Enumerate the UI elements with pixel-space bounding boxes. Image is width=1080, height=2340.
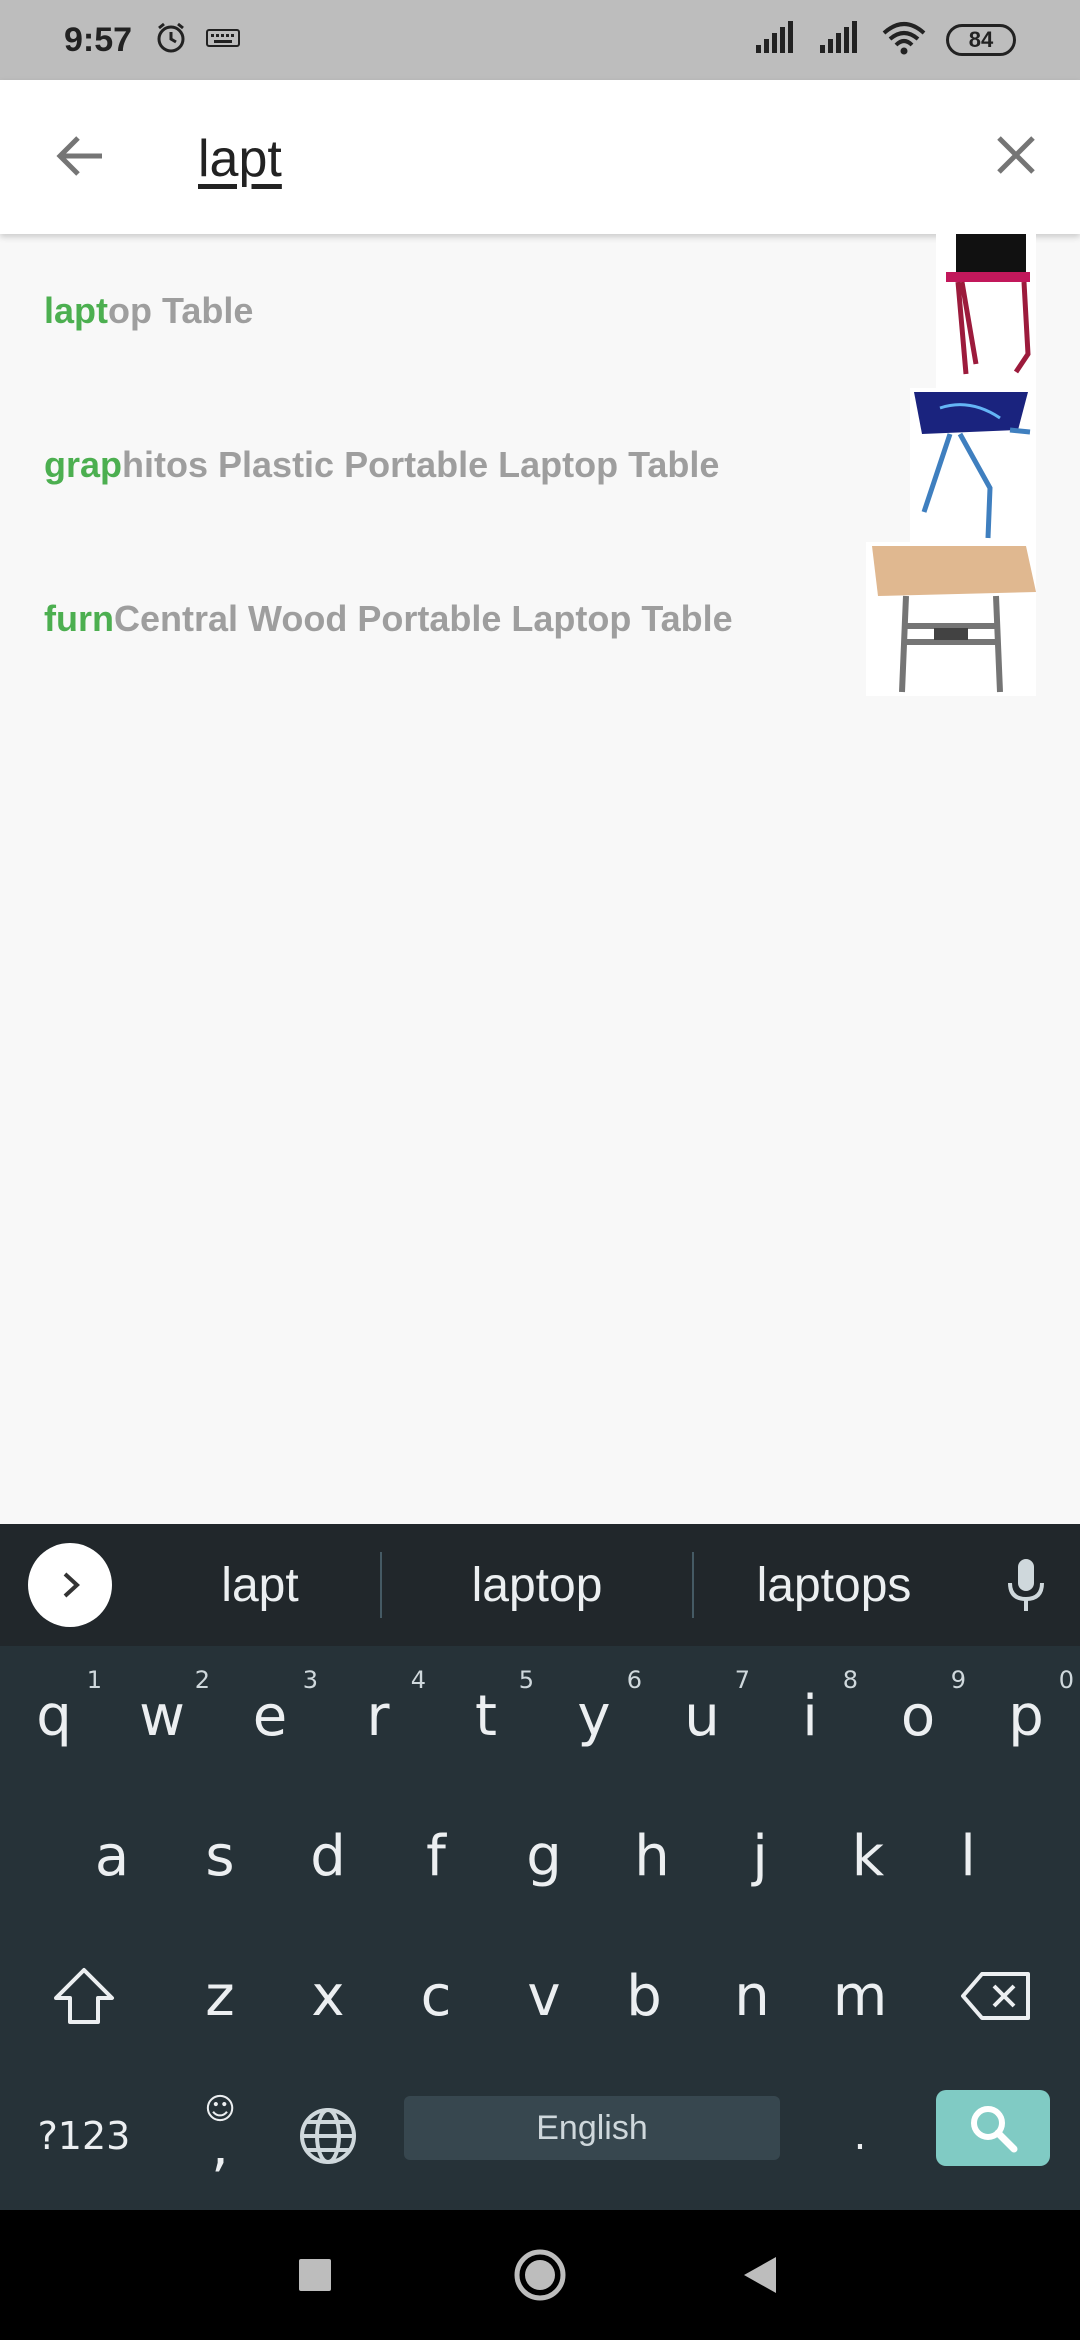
key-o[interactable]: o9 [864,1646,972,1786]
key-b[interactable]: b [590,1926,698,2066]
suggestion-item[interactable]: graphitos Plastic Portable Laptop Table [0,388,1080,542]
keyboard-row-4: ?123 ☺ , English . [0,2066,1080,2206]
space-key[interactable]: English [404,2096,780,2160]
suggestion-rest: op Table [108,290,254,331]
globe-icon [300,2108,356,2164]
emoji-comma-key[interactable]: ☺ , [166,2066,274,2206]
signal-icon [818,20,862,60]
back-button[interactable] [48,125,110,187]
key-e[interactable]: e3 [216,1646,324,1786]
navigation-bar [0,2210,1080,2340]
key-f[interactable]: f [382,1786,490,1926]
home-button[interactable] [505,2240,575,2310]
keyboard-icon [206,28,241,53]
key-g[interactable]: g [490,1786,598,1926]
key-s[interactable]: s [166,1786,274,1926]
suggestion-rest: hitos Plastic Portable Laptop Table [122,444,720,485]
key-c[interactable]: c [382,1926,490,2066]
key-i[interactable]: i8 [756,1646,864,1786]
product-thumbnail [936,234,1036,388]
symbols-key[interactable]: ?123 [20,2066,148,2206]
key-w[interactable]: w2 [108,1646,216,1786]
search-key[interactable] [936,2090,1050,2166]
key-j[interactable]: j [706,1786,814,1926]
shift-icon [54,1968,114,2024]
search-icon [971,2106,1018,2153]
keyboard-row-1: q1 w2 e3 r4 t5 y6 u7 i8 o9 p0 [0,1646,1080,1786]
key-x[interactable]: x [274,1926,382,2066]
recents-button[interactable] [280,2240,350,2310]
backspace-key[interactable] [932,1926,1060,2066]
key-p[interactable]: p0 [972,1646,1080,1786]
key-t[interactable]: t5 [432,1646,540,1786]
battery-icon: 84 [946,24,1016,56]
key-u[interactable]: u7 [648,1646,756,1786]
circle-icon [514,2249,566,2301]
clear-search-button[interactable] [988,127,1044,183]
square-icon [299,2259,331,2291]
backspace-icon [961,1972,1030,2020]
suggestion-item[interactable]: laptop Table [0,234,1080,388]
wifi-icon [882,21,926,60]
period-key[interactable]: . [806,2066,914,2206]
keyboard: lapt laptop laptops q1 w2 e3 r4 t5 y6 u7… [0,1524,1080,2210]
key-h[interactable]: h [598,1786,706,1926]
suggestion-highlight: furn [44,598,114,639]
alarm-icon [154,21,188,60]
product-thumbnail [910,388,1036,542]
search-header [0,80,1080,234]
chevron-right-icon[interactable] [28,1543,112,1627]
suggestion-list: laptop Table graphitos Plastic Portable … [0,234,1080,696]
suggestion-text: graphitos Plastic Portable Laptop Table [44,444,719,486]
shift-key[interactable] [20,1926,148,2066]
suggestion-highlight: grap [44,444,123,485]
suggestion-highlight: lapt [44,290,109,331]
suggestion-item[interactable]: furnCentral Wood Portable Laptop Table [0,542,1080,696]
triangle-back-icon [744,2257,776,2293]
arrow-left-icon [56,136,102,176]
key-v[interactable]: v [490,1926,598,2066]
key-l[interactable]: l [914,1786,1022,1926]
key-d[interactable]: d [274,1786,382,1926]
keyboard-suggestion[interactable]: lapt [140,1524,380,1646]
keyboard-suggestion-bar: lapt laptop laptops [0,1524,1080,1646]
product-thumbnail [866,542,1036,696]
suggestion-rest: Central Wood Portable Laptop Table [113,598,733,639]
keyboard-row-2: a s d f g h j k l [0,1786,1080,1926]
keyboard-suggestion[interactable]: laptop [382,1524,692,1646]
keyboard-suggestion[interactable]: laptops [694,1524,974,1646]
suggestion-text: furnCentral Wood Portable Laptop Table [44,598,733,640]
key-n[interactable]: n [698,1926,806,2066]
search-input[interactable] [198,124,958,194]
key-r[interactable]: r4 [324,1646,432,1786]
key-y[interactable]: y6 [540,1646,648,1786]
status-time: 9:57 [64,20,133,59]
suggestion-text: laptop Table [44,290,253,332]
language-key[interactable] [274,2066,382,2206]
status-bar: 9:57 84 [0,0,1080,80]
keyboard-row-3: z x c v b n m [0,1926,1080,2066]
close-icon [997,136,1035,174]
key-z[interactable]: z [166,1926,274,2066]
signal-icon [754,20,798,60]
key-a[interactable]: a [58,1786,166,1926]
back-nav-button[interactable] [725,2240,795,2310]
key-q[interactable]: q1 [0,1646,108,1786]
microphone-icon[interactable] [996,1550,1056,1620]
key-k[interactable]: k [814,1786,922,1926]
key-m[interactable]: m [806,1926,914,2066]
